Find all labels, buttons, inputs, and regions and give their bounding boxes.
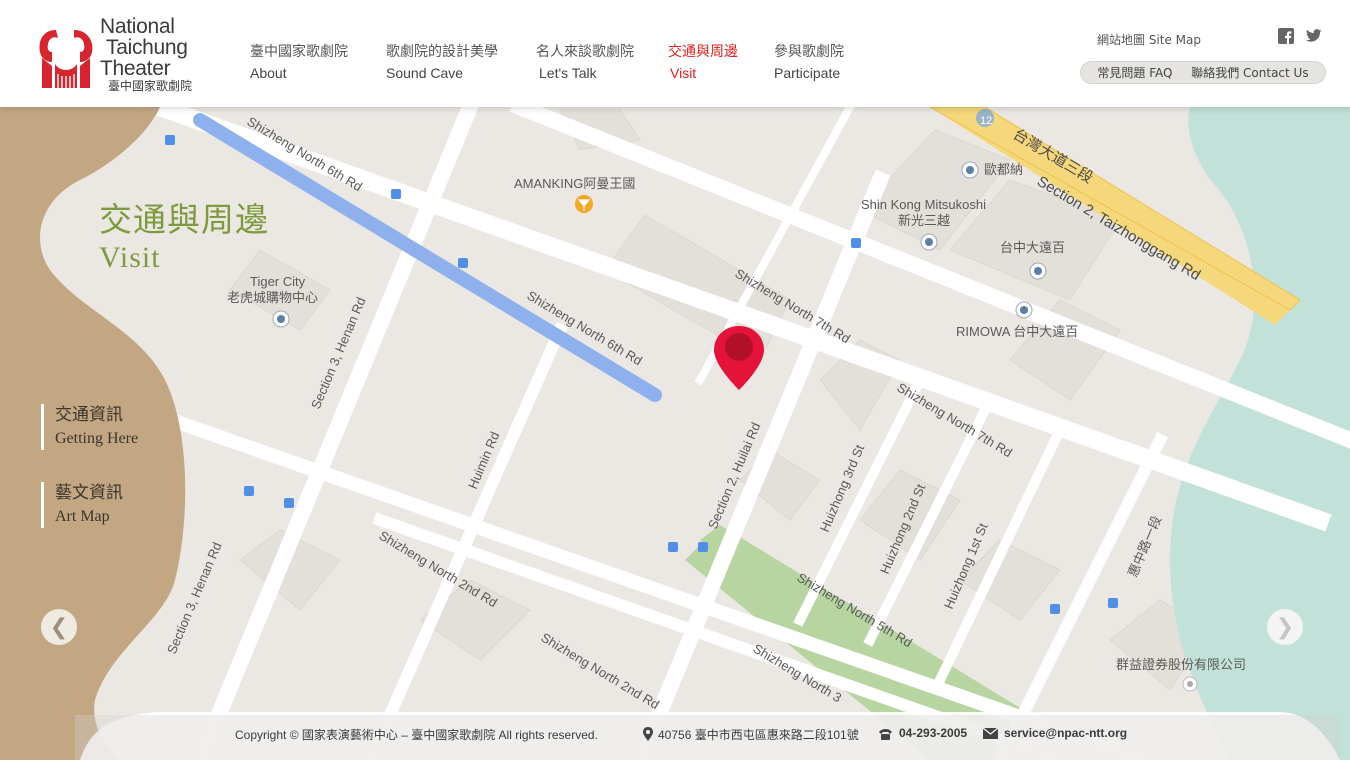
main-nav: 臺中國家歌劇院 About 歌劇院的設計美學 Sound Cave 名人來談歌劇… xyxy=(250,42,844,83)
map-label-tiger-en: Tiger City xyxy=(250,274,306,289)
map-label-qunyi: 群益證券股份有限公司 xyxy=(1116,657,1246,672)
side-menu-art-map[interactable]: 藝文資訊 Art Map xyxy=(41,482,123,528)
footer-email-value: service@npac-ntt.org xyxy=(1004,726,1128,740)
chevron-left-icon: ❮ xyxy=(49,614,69,640)
prev-arrow-button[interactable]: ❮ xyxy=(41,609,77,645)
footer-address: 40756 臺中市西屯區惠來路二段101號 xyxy=(658,728,859,742)
nav-label-en: Visit xyxy=(670,65,697,81)
site-header: National Taichung Theater 臺中國家歌劇院 臺中國家歌劇… xyxy=(0,0,1350,107)
map-label-route: 12 xyxy=(980,115,992,127)
nav-label-zh: 交通與周邊 xyxy=(668,44,738,60)
location-icon xyxy=(643,727,653,741)
nav-item-visit[interactable]: 交通與周邊 Visit xyxy=(668,42,738,83)
phone-icon xyxy=(879,729,892,740)
footer-email[interactable]: service@npac-ntt.org xyxy=(1004,726,1127,740)
nav-label-en: Participate xyxy=(774,65,841,81)
facebook-icon[interactable] xyxy=(1278,28,1294,44)
map-label-shinkong-en: Shin Kong Mitsukoshi xyxy=(861,197,986,212)
nav-item-participate[interactable]: 參與歌劇院 Participate xyxy=(774,42,844,83)
footer-phone-value: 04-293-2005 xyxy=(899,726,968,740)
nav-label-zh: 參與歌劇院 xyxy=(774,44,844,60)
nav-label-zh: 臺中國家歌劇院 xyxy=(250,44,348,60)
twitter-icon[interactable] xyxy=(1306,28,1322,44)
nav-item-sound-cave[interactable]: 歌劇院的設計美學 Sound Cave xyxy=(386,42,498,83)
logo-mark-icon xyxy=(39,30,93,88)
footer: Copyright © 國家表演藝術中心 – 臺中國家歌劇院 All right… xyxy=(0,710,1350,760)
side-menu-label-en: Getting Here xyxy=(55,430,139,447)
logo[interactable]: National Taichung Theater 臺中國家歌劇院 xyxy=(38,16,218,96)
contact-link[interactable]: 聯絡我們 Contact Us xyxy=(1191,64,1308,81)
side-menu-getting-here[interactable]: 交通資訊 Getting Here xyxy=(41,404,138,450)
page-title-zh: 交通與周邊 xyxy=(99,200,269,239)
map-label-dayuan: 台中大遠百 xyxy=(1000,240,1065,255)
nav-label-en: About xyxy=(250,65,287,81)
location-pin-icon[interactable] xyxy=(712,324,766,392)
side-menu-label-zh: 交通資訊 xyxy=(55,405,123,425)
footer-copyright: Copyright © 國家表演藝術中心 – 臺中國家歌劇院 All right… xyxy=(235,728,598,742)
logo-line-1: National xyxy=(100,15,175,38)
nav-label-en: Sound Cave xyxy=(386,65,464,81)
social-links xyxy=(1278,28,1322,44)
logo-line-2: Taichung xyxy=(106,36,188,59)
nav-item-lets-talk[interactable]: 名人來談歌劇院 Let's Talk xyxy=(536,42,634,83)
nav-label-zh: 歌劇院的設計美學 xyxy=(386,44,498,60)
nav-label-en: Let's Talk xyxy=(539,65,597,81)
logo-line-zh: 臺中國家歌劇院 xyxy=(108,79,193,93)
page-title: 交通與周邊 Visit xyxy=(99,200,269,276)
faq-link[interactable]: 常見問題 FAQ xyxy=(1097,64,1172,81)
chevron-right-icon: ❯ xyxy=(1275,614,1295,640)
utility-links: 常見問題 FAQ 聯絡我們 Contact Us xyxy=(1080,61,1326,84)
nav-item-about[interactable]: 臺中國家歌劇院 About xyxy=(250,42,348,83)
side-menu-label-en: Art Map xyxy=(55,508,110,525)
map-label-ouduna: 歐都納 xyxy=(984,162,1023,177)
page-title-en: Visit xyxy=(99,241,161,274)
sitemap-link[interactable]: 網站地圖 Site Map xyxy=(1097,31,1201,48)
side-menu-label-zh: 藝文資訊 xyxy=(55,483,123,503)
map-label-amanking: AMANKING阿曼王國 xyxy=(514,176,635,191)
map-label-shinkong-zh: 新光三越 xyxy=(898,213,950,228)
nav-label-zh: 名人來談歌劇院 xyxy=(536,44,634,60)
map-label-tiger-zh: 老虎城購物中心 xyxy=(227,290,318,305)
next-arrow-button[interactable]: ❯ xyxy=(1267,609,1303,645)
logo-line-3: Theater xyxy=(100,57,171,80)
map-label-rimowa: RIMOWA 台中大遠百 xyxy=(956,324,1078,339)
footer-phone: 04-293-2005 xyxy=(899,726,967,740)
logo-text: National Taichung Theater 臺中國家歌劇院 xyxy=(100,16,192,93)
mail-icon xyxy=(983,728,998,739)
